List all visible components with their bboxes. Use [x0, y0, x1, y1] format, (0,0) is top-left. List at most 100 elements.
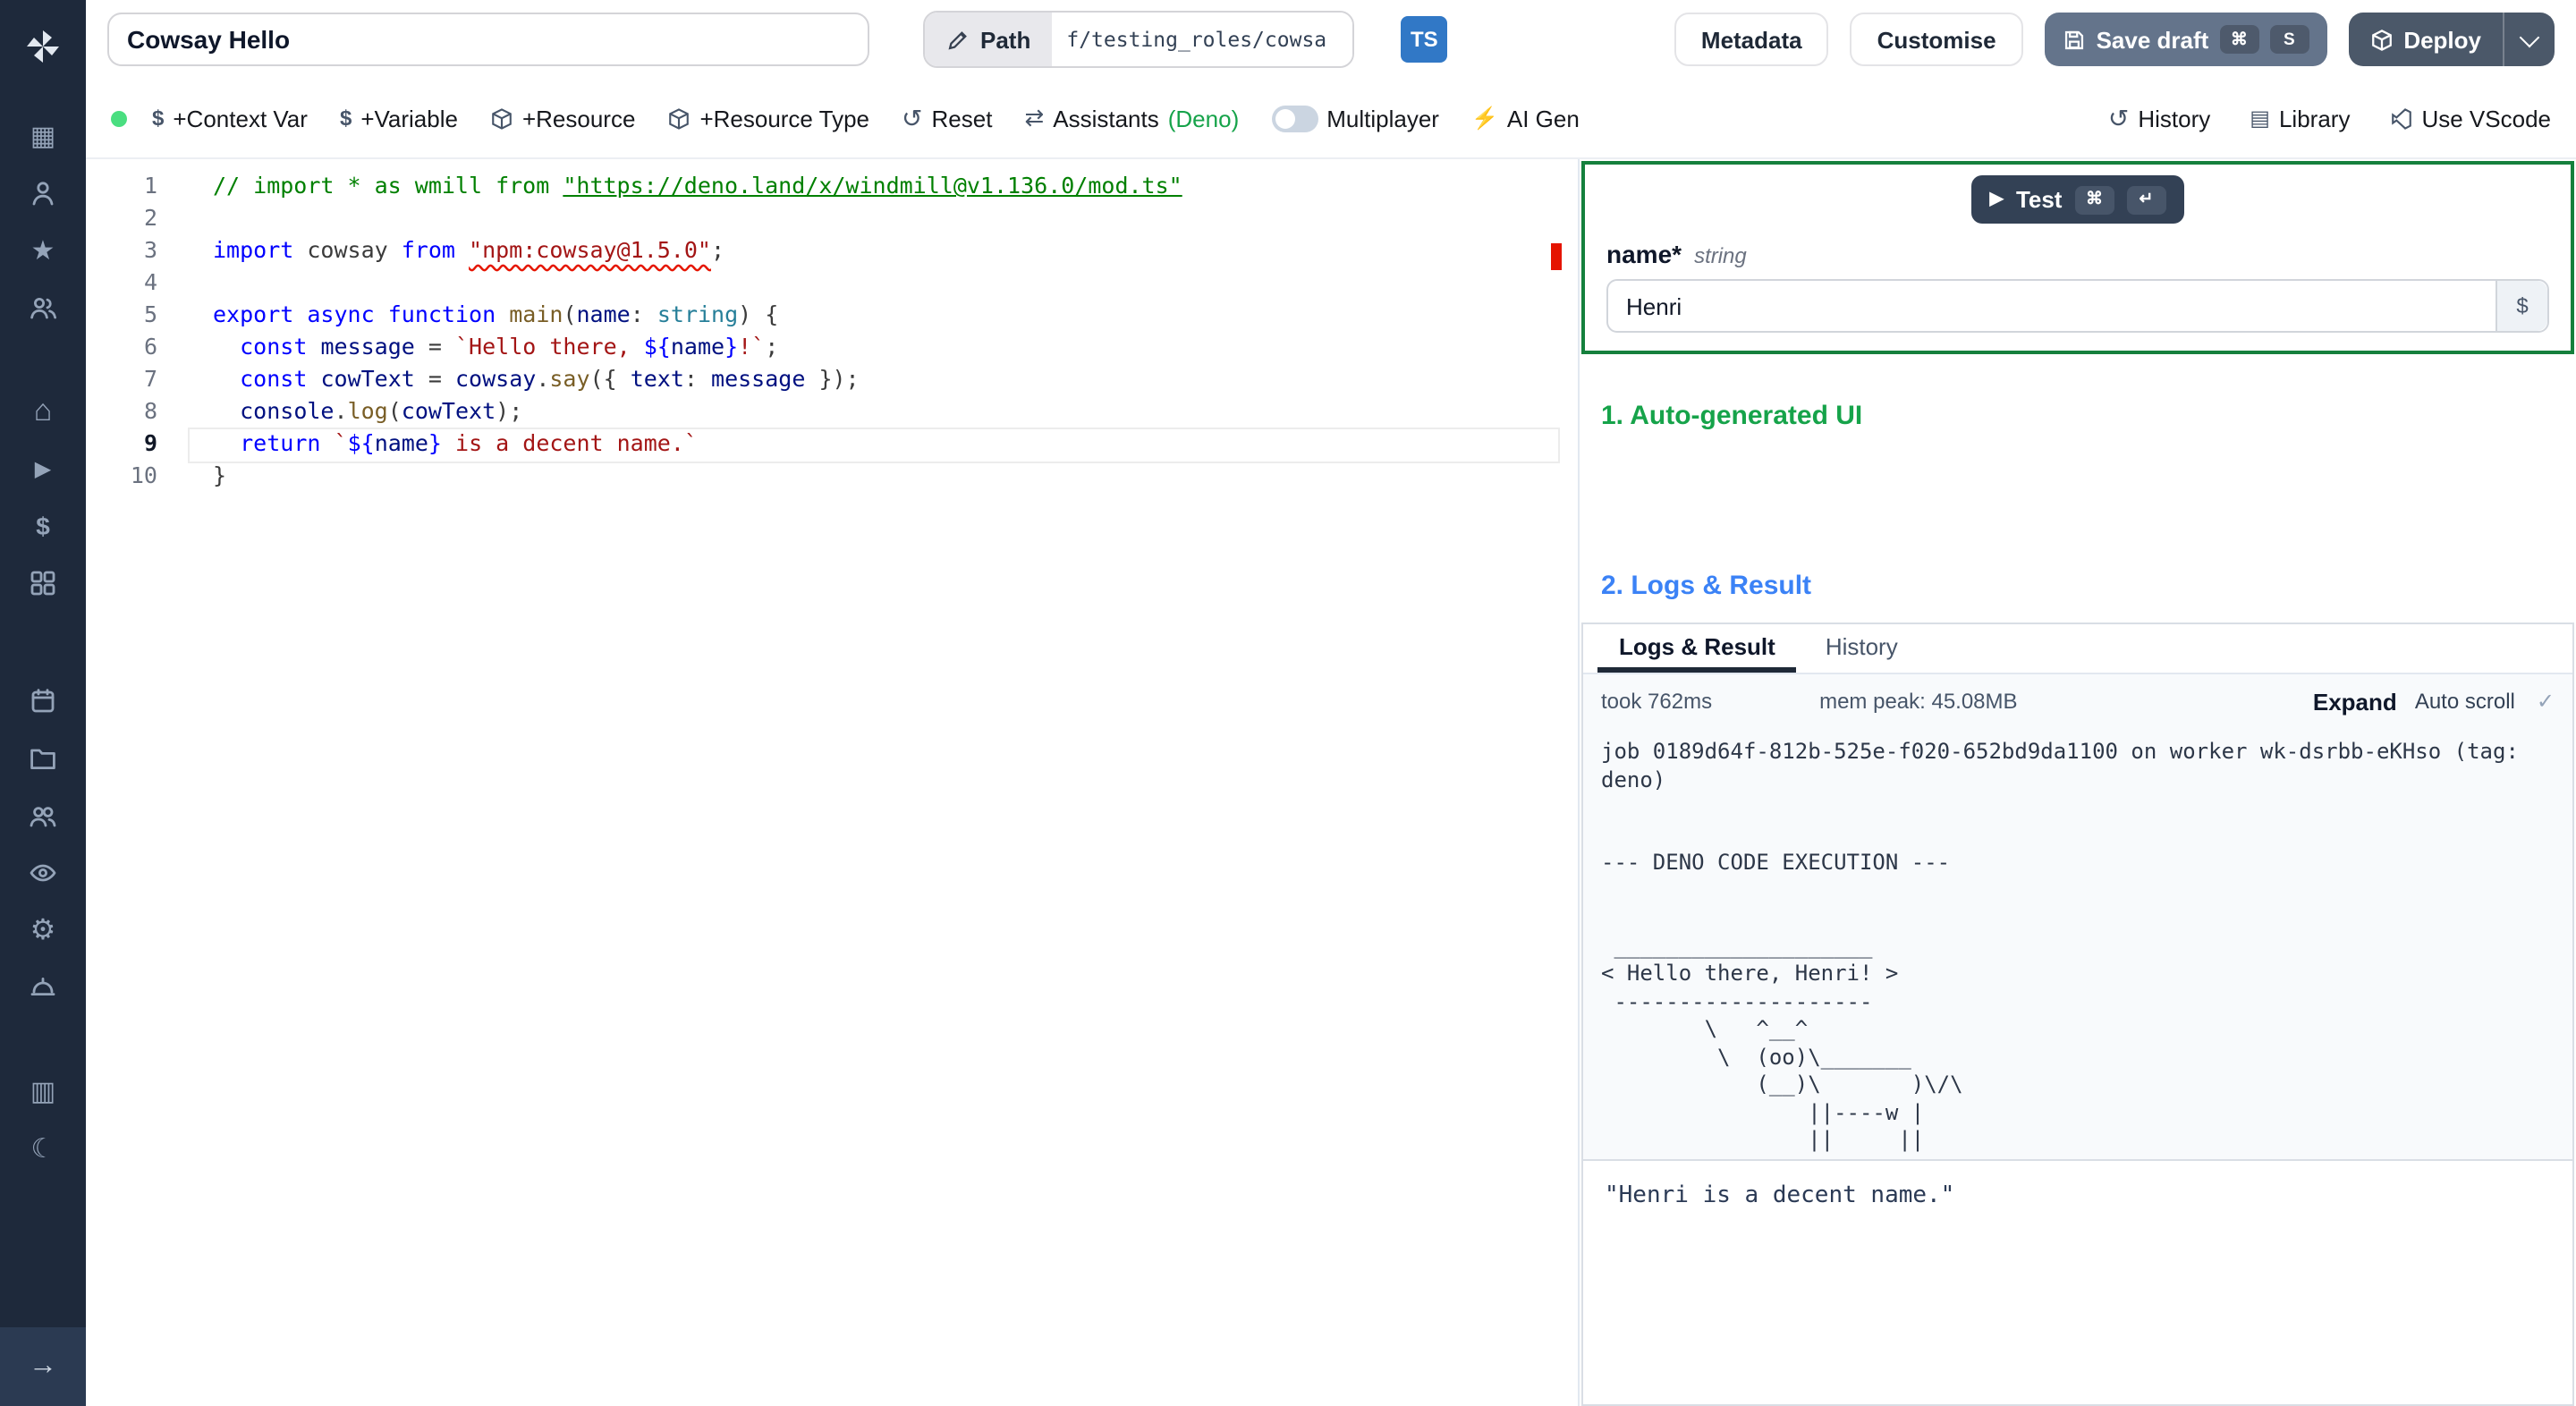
users-icon[interactable]	[0, 279, 86, 336]
history-button[interactable]: ↺ History	[2108, 103, 2210, 133]
topbar-actions: Metadata Customise Save draft ⌘ S Deploy	[1674, 13, 2555, 66]
add-context-var-button[interactable]: $ +Context Var	[152, 105, 308, 131]
assistants-button[interactable]: ⇄ Assistants (Deno)	[1024, 104, 1239, 132]
package-icon	[669, 107, 690, 129]
s-key-badge: S	[2269, 25, 2309, 54]
path-button[interactable]: Path	[925, 13, 1053, 66]
path-group: Path	[923, 11, 1355, 68]
deploy-group: Deploy	[2348, 13, 2555, 66]
audit-eye-icon[interactable]	[0, 844, 86, 902]
assistants-lang-label: (Deno)	[1167, 105, 1240, 131]
dollar-icon: $	[339, 106, 352, 131]
arg-type: string	[1694, 243, 1747, 268]
test-button[interactable]: ▶ Test ⌘ ↵	[1971, 175, 2184, 224]
add-variable-button[interactable]: $ +Variable	[340, 105, 458, 131]
app-root: ▦ ★ ⌂ ▶ $ ⚙ ▥ ☾ → Cowsay Hello Path f/te…	[0, 0, 2576, 1406]
metadata-button[interactable]: Metadata	[1674, 13, 1829, 66]
library-button[interactable]: ▤ Library	[2250, 105, 2350, 131]
docs-icon[interactable]: ▥	[0, 1063, 86, 1120]
ai-gen-button[interactable]: ⚡ AI Gen	[1471, 105, 1580, 131]
logs-tabs: Logs & Result History	[1583, 624, 2572, 674]
autoscroll-check-icon[interactable]: ✓	[2537, 689, 2555, 714]
required-asterisk: *	[1672, 240, 1682, 268]
enter-key-badge: ↵	[2126, 185, 2166, 214]
save-draft-button[interactable]: Save draft ⌘ S	[2044, 13, 2327, 66]
arg-name: name*	[1606, 240, 1682, 268]
folders-icon[interactable]	[0, 730, 86, 787]
tab-history[interactable]: History	[1804, 624, 1919, 673]
log-output: job 0189d64f-812b-525e-f020-652bd9da1100…	[1601, 739, 2519, 1152]
groups-icon[interactable]	[0, 787, 86, 844]
package-icon	[2371, 29, 2392, 50]
cmd-key-badge: ⌘	[2219, 25, 2259, 54]
home-icon[interactable]: ⌂	[0, 383, 86, 440]
grid-icon[interactable]: ▦	[0, 107, 86, 165]
topbar: Path TS Metadata Customise Save draft ⌘ …	[86, 0, 2576, 79]
multiplayer-toggle[interactable]	[1271, 105, 1318, 131]
arg-name-input[interactable]	[1606, 279, 2549, 333]
main-area: Path TS Metadata Customise Save draft ⌘ …	[86, 0, 2576, 1406]
vscode-icon	[2391, 107, 2411, 129]
code-editor[interactable]: 1 2 3 4 5 6 7 8 9 10 // import * as wmill from "h…	[86, 159, 1578, 1406]
workers-icon[interactable]	[0, 959, 86, 1016]
logs-body[interactable]: took 762ms mem peak: 45.08MB Expand Auto…	[1583, 674, 2572, 1159]
cmd-key-badge: ⌘	[2074, 185, 2114, 214]
assistants-icon: ⇄	[1024, 104, 1045, 131]
json-mode-toggle[interactable]: $	[2496, 281, 2547, 331]
customise-button[interactable]: Customise	[1850, 13, 2023, 66]
duration-stat: took 762ms	[1601, 689, 1713, 714]
runs-icon[interactable]: ▶	[0, 440, 86, 497]
result-area: "Henri is a decent name."	[1583, 1159, 2572, 1404]
right-panel: ▶ Test ⌘ ↵ name* string $	[1578, 159, 2576, 1406]
play-icon: ▶	[1989, 190, 2004, 209]
connection-status-dot	[111, 110, 127, 126]
save-icon	[2064, 30, 2083, 49]
code-lines: // import * as wmill from "https://deno.…	[213, 172, 1182, 488]
multiplayer-toggle-group: Multiplayer	[1271, 105, 1439, 131]
toolbar-right: ↺ History ▤ Library Use VScode	[2108, 103, 2551, 133]
pencil-icon	[948, 30, 967, 49]
logs-stats-row: took 762ms mem peak: 45.08MB Expand Auto…	[1583, 674, 2572, 728]
history-icon: ↺	[2107, 103, 2130, 131]
resources-icon[interactable]	[0, 555, 86, 612]
deploy-dropdown-button[interactable]	[2503, 13, 2555, 66]
sidebar-collapse-button[interactable]: →	[0, 1327, 86, 1406]
line-number-gutter: 1 2 3 4 5 6 7 8 9 10	[130, 172, 157, 488]
ai-icon: ⚡	[1470, 106, 1498, 131]
memory-stat: mem peak: 45.08MB	[1819, 689, 2018, 714]
use-vscode-button[interactable]: Use VScode	[2389, 105, 2551, 131]
star-icon[interactable]: ★	[0, 222, 86, 279]
path-label: Path	[980, 26, 1031, 53]
reset-icon: ↺	[902, 103, 923, 131]
autoscroll-label[interactable]: Auto scroll	[2415, 689, 2515, 714]
library-icon: ▤	[2250, 106, 2270, 131]
chevron-down-icon	[2519, 26, 2540, 47]
editor-toolbar: $ +Context Var $ +Variable +Resource +Re…	[86, 79, 2576, 159]
variables-icon[interactable]: $	[0, 497, 86, 555]
content-row: 1 2 3 4 5 6 7 8 9 10 // import * as wmill from "h…	[86, 159, 2576, 1406]
windmill-logo-icon[interactable]	[0, 11, 86, 82]
schedules-icon[interactable]	[0, 673, 86, 730]
add-resource-type-button[interactable]: +Resource Type	[667, 105, 869, 131]
reset-button[interactable]: ↺ Reset	[902, 103, 992, 133]
dollar-icon: $	[152, 106, 165, 131]
tab-logs-result[interactable]: Logs & Result	[1597, 624, 1797, 673]
path-value-input[interactable]	[1052, 13, 1353, 66]
expand-button[interactable]: Expand	[2313, 688, 2397, 715]
result-value: "Henri is a decent name."	[1605, 1182, 1955, 1209]
package-icon	[492, 107, 512, 129]
logs-container: Logs & Result History took 762ms mem pea…	[1581, 623, 2574, 1406]
theme-moon-icon[interactable]: ☾	[0, 1120, 86, 1177]
multiplayer-label: Multiplayer	[1326, 105, 1439, 131]
deploy-button[interactable]: Deploy	[2348, 13, 2503, 66]
add-resource-button[interactable]: +Resource	[490, 105, 635, 131]
typescript-badge: TS	[1401, 16, 1448, 63]
auto-generated-ui-heading: 1. Auto-generated UI	[1601, 401, 1863, 431]
settings-gear-icon[interactable]: ⚙	[0, 902, 86, 959]
test-section: ▶ Test ⌘ ↵ name* string $	[1581, 161, 2574, 354]
user-icon[interactable]	[0, 165, 86, 222]
sidebar: ▦ ★ ⌂ ▶ $ ⚙ ▥ ☾ →	[0, 0, 86, 1406]
logs-result-heading: 2. Logs & Result	[1601, 571, 1812, 601]
arg-name-label-row: name* string	[1606, 240, 2549, 268]
script-name-input[interactable]	[107, 13, 869, 66]
